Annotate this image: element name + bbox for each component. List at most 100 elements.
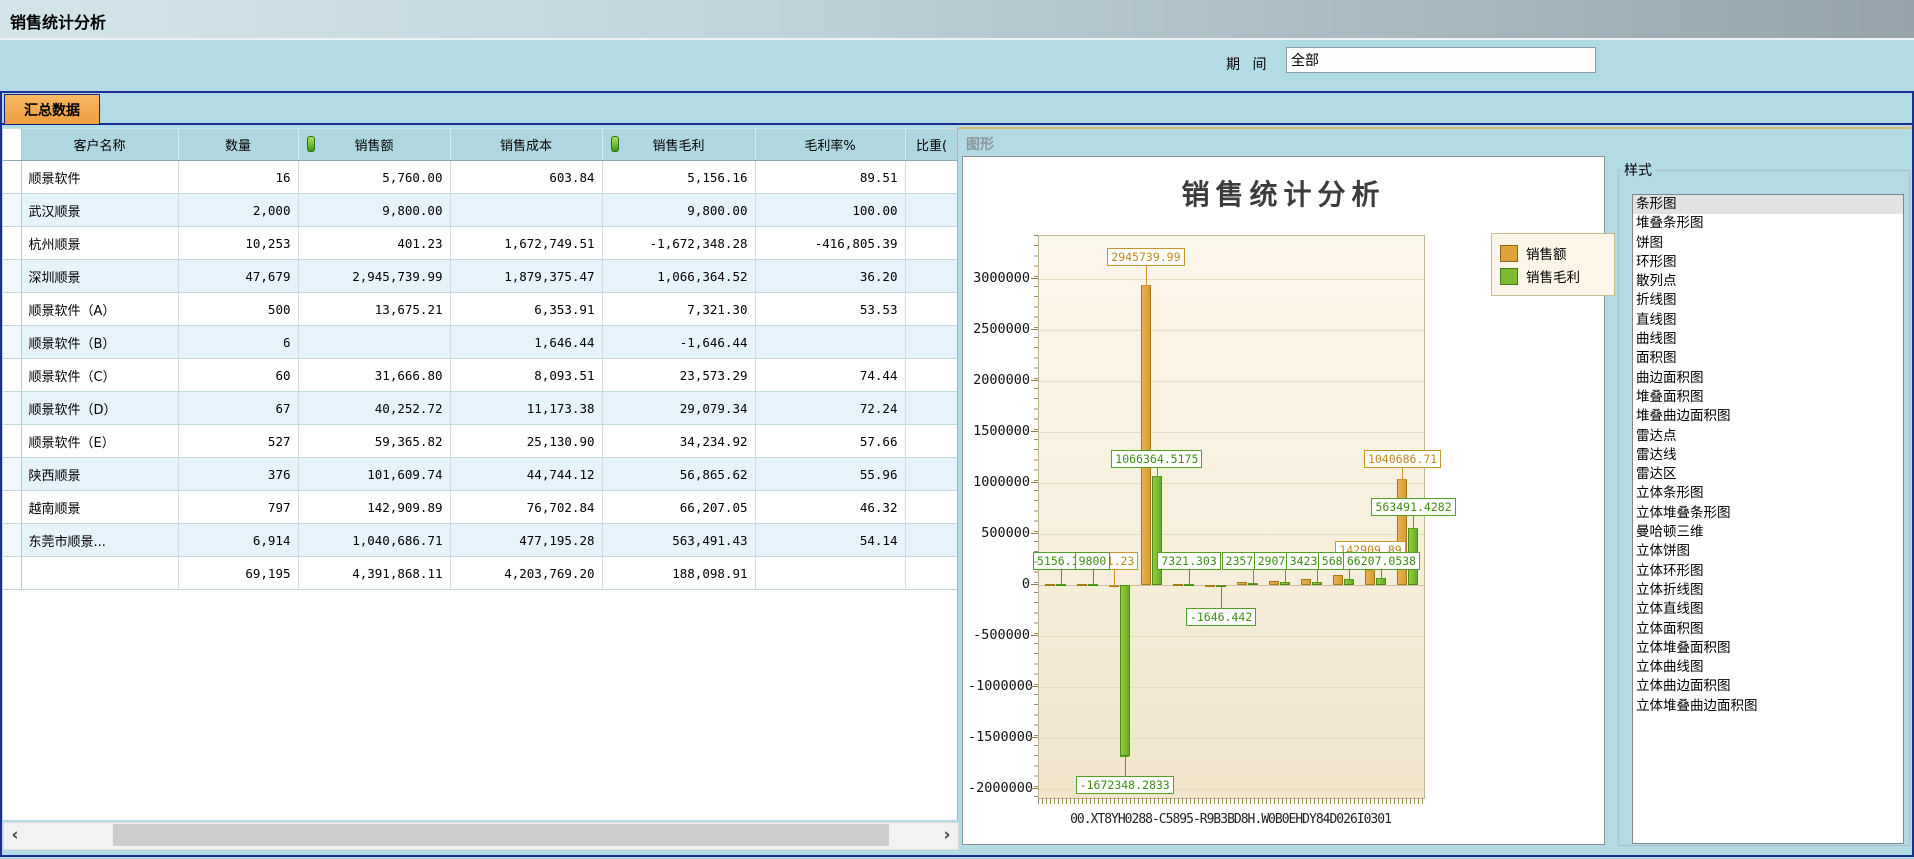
chart-style-list[interactable]: 条形图堆叠条形图饼图环形图散列点折线图直线图曲线图面积图曲边面积图堆叠面积图堆叠… — [1632, 194, 1904, 844]
scroll-right-arrow[interactable]: › — [936, 823, 958, 847]
style-option[interactable]: 曲线图 — [1633, 330, 1903, 349]
customer-name-cell: 顺景软件（E） — [21, 425, 178, 458]
value-cell — [905, 491, 958, 524]
style-option[interactable]: 立体面积图 — [1633, 620, 1903, 639]
style-option[interactable]: 立体曲线图 — [1633, 658, 1903, 677]
column-header[interactable]: 销售毛利 — [602, 129, 755, 161]
row-indicator[interactable] — [3, 194, 21, 227]
style-option[interactable]: 散列点 — [1633, 272, 1903, 291]
table-row[interactable]: 顺景软件165,760.00603.845,156.1689.51 — [3, 161, 958, 194]
value-cell: 46.32 — [755, 491, 905, 524]
legend-label: 销售额 — [1526, 243, 1567, 263]
period-input[interactable] — [1286, 47, 1596, 73]
data-label: -1672348.2833 — [1076, 776, 1174, 794]
style-option[interactable]: 立体堆叠条形图 — [1633, 504, 1903, 523]
row-indicator[interactable] — [3, 293, 21, 326]
horizontal-scrollbar[interactable]: ‹ › — [3, 822, 959, 850]
value-cell — [755, 557, 905, 590]
column-header[interactable]: 数量 — [178, 129, 298, 161]
value-cell: 72.24 — [755, 392, 905, 425]
table-row[interactable]: 武汉顺景2,0009,800.009,800.00100.00 — [3, 194, 958, 227]
label-leader-cap — [1409, 528, 1418, 529]
row-indicator[interactable] — [3, 260, 21, 293]
gridline — [1039, 738, 1424, 739]
style-option[interactable]: 曲边面积图 — [1633, 369, 1903, 388]
row-indicator[interactable] — [3, 359, 21, 392]
row-indicator[interactable] — [3, 524, 21, 557]
value-cell: 29,079.34 — [602, 392, 755, 425]
y-axis-tick-label: 1000000 — [968, 474, 1030, 490]
bar-销售额 — [1205, 585, 1215, 587]
style-option[interactable]: 曼哈顿三维 — [1633, 523, 1903, 542]
value-cell: 9,800.00 — [298, 194, 450, 227]
table-row[interactable]: 越南顺景797142,909.8976,702.8466,207.0546.32 — [3, 491, 958, 524]
row-indicator[interactable] — [3, 491, 21, 524]
label-leader-line — [1146, 265, 1147, 285]
gridline — [1039, 483, 1424, 484]
value-cell: 56,865.62 — [602, 458, 755, 491]
table-row[interactable]: 顺景软件（A）50013,675.216,353.917,321.3053.53 — [3, 293, 958, 326]
value-cell — [905, 425, 958, 458]
column-header[interactable]: 比重( — [905, 129, 958, 161]
tab-summary-data[interactable]: 汇总数据 — [4, 94, 100, 125]
style-option[interactable]: 堆叠面积图 — [1633, 388, 1903, 407]
row-indicator[interactable] — [3, 161, 21, 194]
scroll-left-arrow[interactable]: ‹ — [4, 823, 26, 847]
style-option[interactable]: 立体曲边面积图 — [1633, 677, 1903, 696]
style-option[interactable]: 雷达线 — [1633, 446, 1903, 465]
gridline — [1039, 687, 1424, 688]
row-indicator[interactable] — [3, 458, 21, 491]
column-header-label: 销售额 — [354, 139, 393, 154]
table-row[interactable]: 顺景软件（B）61,646.44-1,646.44 — [3, 326, 958, 359]
column-header-label: 数量 — [225, 139, 251, 154]
style-option[interactable]: 立体直线图 — [1633, 600, 1903, 619]
label-leader-line — [1157, 467, 1158, 476]
value-cell — [905, 161, 958, 194]
label-leader-line — [1349, 569, 1350, 579]
chart-title: 销售统计分析 — [963, 173, 1604, 213]
value-cell: 13,675.21 — [298, 293, 450, 326]
style-option[interactable]: 雷达区 — [1633, 465, 1903, 484]
style-option[interactable]: 面积图 — [1633, 349, 1903, 368]
style-option[interactable]: 立体堆叠面积图 — [1633, 639, 1903, 658]
style-option[interactable]: 条形图 — [1633, 195, 1903, 214]
column-header[interactable]: 客户名称 — [21, 129, 178, 161]
style-option[interactable]: 饼图 — [1633, 234, 1903, 253]
column-header[interactable]: 毛利率% — [755, 129, 905, 161]
bar-销售额 — [1269, 581, 1279, 585]
row-indicator[interactable] — [3, 425, 21, 458]
style-option[interactable]: 折线图 — [1633, 291, 1903, 310]
table-row[interactable]: 杭州顺景10,253401.231,672,749.51-1,672,348.2… — [3, 227, 958, 260]
label-leader-line — [1381, 569, 1382, 578]
style-option[interactable]: 立体折线图 — [1633, 581, 1903, 600]
row-indicator[interactable] — [3, 227, 21, 260]
value-cell — [905, 359, 958, 392]
customer-name-cell: 东莞市顺景... — [21, 524, 178, 557]
value-cell: 60 — [178, 359, 298, 392]
style-option[interactable]: 立体堆叠曲边面积图 — [1633, 697, 1903, 716]
table-total-row[interactable]: 69,1954,391,868.114,203,769.20188,098.91 — [3, 557, 958, 590]
style-option[interactable]: 雷达点 — [1633, 427, 1903, 446]
bar-销售额 — [1333, 575, 1343, 585]
style-option[interactable]: 立体环形图 — [1633, 562, 1903, 581]
style-option[interactable]: 直线图 — [1633, 311, 1903, 330]
style-option[interactable]: 堆叠条形图 — [1633, 214, 1903, 233]
style-option[interactable]: 环形图 — [1633, 253, 1903, 272]
style-option[interactable]: 立体条形图 — [1633, 484, 1903, 503]
table-row[interactable]: 顺景软件（E）52759,365.8225,130.9034,234.9257.… — [3, 425, 958, 458]
row-indicator[interactable] — [3, 392, 21, 425]
style-option[interactable]: 立体饼图 — [1633, 542, 1903, 561]
row-indicator[interactable] — [3, 557, 21, 590]
scrollbar-thumb[interactable] — [113, 824, 889, 846]
column-header[interactable]: 销售额 — [298, 129, 450, 161]
column-header[interactable]: 销售成本 — [450, 129, 602, 161]
table-row[interactable]: 顺景软件（D）6740,252.7211,173.3829,079.3472.2… — [3, 392, 958, 425]
style-option[interactable]: 堆叠曲边面积图 — [1633, 407, 1903, 426]
table-row[interactable]: 东莞市顺景...6,9141,040,686.71477,195.28563,4… — [3, 524, 958, 557]
table-row[interactable]: 陕西顺景376101,609.7444,744.1256,865.6255.96 — [3, 458, 958, 491]
y-axis-tick-label: 2000000 — [968, 372, 1030, 388]
table-row[interactable]: 顺景软件（C）6031,666.808,093.5123,573.2974.44 — [3, 359, 958, 392]
table-row[interactable]: 深圳顺景47,6792,945,739.991,879,375.471,066,… — [3, 260, 958, 293]
row-indicator[interactable] — [3, 326, 21, 359]
column-header-label: 客户名称 — [73, 139, 125, 154]
